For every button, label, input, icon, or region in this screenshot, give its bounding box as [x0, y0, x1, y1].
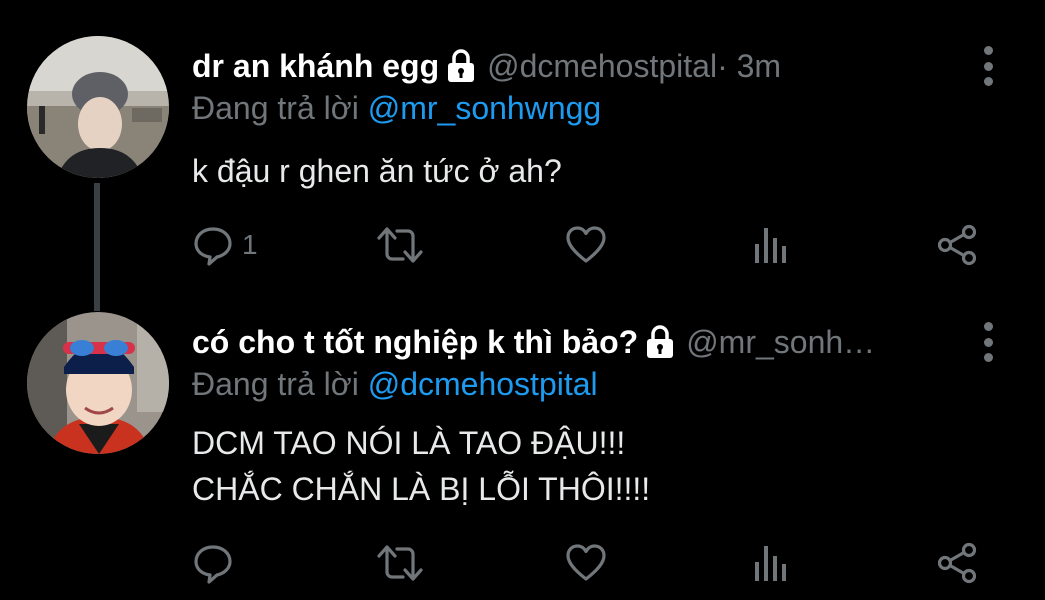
like-button[interactable] [565, 222, 607, 268]
avatar[interactable] [27, 36, 169, 178]
tweet-text: k đậu r ghen ăn tức ở ah? [192, 153, 562, 189]
display-name[interactable]: dr an khánh egg [192, 48, 439, 85]
display-name[interactable]: có cho t tốt nghiệp k thì bảo? [192, 324, 638, 361]
reply-count: 1 [242, 229, 258, 260]
more-options-icon[interactable] [978, 46, 998, 86]
replying-to: Đang trả lời @dcmehostpital [192, 366, 598, 403]
heart-icon [566, 226, 606, 263]
lock-icon [447, 49, 475, 83]
analytics-icon [755, 228, 786, 263]
reply-button[interactable]: 1 [192, 222, 258, 268]
action-bar: 1 [0, 222, 1045, 268]
retweet-button[interactable] [375, 540, 425, 586]
tweet-text: DCM TAO NÓI LÀ TAO ĐẬU!!! CHẮC CHẮN LÀ B… [192, 420, 650, 512]
avatar[interactable] [27, 312, 169, 454]
replying-to-label: Đang trả lời [192, 90, 368, 126]
replying-to: Đang trả lời @mr_sonhwngg [192, 90, 601, 127]
retweet-icon [377, 227, 423, 263]
action-bar [0, 540, 1045, 586]
analytics-icon [755, 546, 786, 581]
reply-mention-link[interactable]: @mr_sonhwngg [368, 90, 601, 126]
lock-icon [646, 325, 674, 359]
share-button[interactable] [936, 222, 978, 268]
heart-icon [566, 544, 606, 581]
analytics-button[interactable] [752, 540, 788, 586]
tweet-text-line-1: DCM TAO NÓI LÀ TAO ĐẬU!!! [192, 425, 626, 461]
share-icon [937, 224, 977, 266]
tweet-2[interactable]: có cho t tốt nghiệp k thì bảo? @mr_sonh…… [0, 300, 1045, 600]
retweet-icon [377, 545, 423, 581]
share-button[interactable] [936, 540, 978, 586]
more-options-icon[interactable] [978, 322, 998, 362]
retweet-button[interactable] [375, 222, 425, 268]
avatar-photo [27, 312, 169, 454]
reply-icon [194, 545, 232, 584]
replying-to-label: Đang trả lời [192, 366, 368, 402]
analytics-button[interactable] [752, 222, 788, 268]
reply-icon [194, 227, 232, 266]
reply-button[interactable] [192, 540, 234, 586]
handle[interactable]: @dcmehostpital [487, 48, 717, 85]
tweet-header: có cho t tốt nghiệp k thì bảo? @mr_sonh… [192, 320, 875, 364]
avatar-photo [27, 36, 169, 178]
tweet-header: dr an khánh egg @dcmehostpital · 3m [192, 44, 781, 88]
timestamp[interactable]: · 3m [717, 48, 781, 85]
reply-mention-link[interactable]: @dcmehostpital [368, 366, 598, 402]
tweet-text-line-2: CHẮC CHẮN LÀ BỊ LỖI THÔI!!!! [192, 471, 651, 507]
share-icon [937, 542, 977, 584]
like-button[interactable] [565, 540, 607, 586]
handle[interactable]: @mr_sonh… [686, 324, 875, 361]
tweet-1[interactable]: dr an khánh egg @dcmehostpital · 3m Đang… [0, 0, 1045, 300]
